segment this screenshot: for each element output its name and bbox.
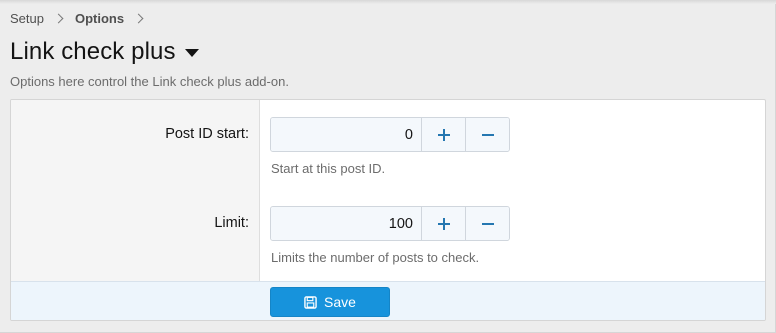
plus-icon bbox=[437, 128, 450, 141]
limit-increment-button[interactable] bbox=[421, 207, 465, 240]
floppy-disk-icon bbox=[304, 295, 317, 309]
limit-hint: Limits the number of posts to check. bbox=[271, 250, 480, 265]
breadcrumb: Setup Options bbox=[10, 11, 155, 26]
save-button-label: Save bbox=[324, 294, 356, 310]
title-row: Link check plus bbox=[10, 38, 199, 66]
limit-input[interactable] bbox=[271, 207, 421, 240]
options-form: Post ID start: Limit: Start at this post… bbox=[10, 99, 766, 321]
chevron-right-icon bbox=[53, 13, 64, 24]
save-button[interactable]: Save bbox=[270, 287, 390, 317]
form-footer: Save bbox=[11, 281, 765, 320]
limit-label: Limit: bbox=[214, 215, 249, 231]
minus-icon bbox=[481, 222, 494, 225]
limit-stepper bbox=[270, 206, 510, 241]
post-id-start-label: Post ID start: bbox=[165, 126, 249, 142]
post-id-start-increment-button[interactable] bbox=[421, 118, 465, 151]
labels-column: Post ID start: Limit: bbox=[11, 100, 260, 281]
page-description: Options here control the Link check plus… bbox=[10, 74, 289, 89]
post-id-start-input[interactable] bbox=[271, 118, 421, 151]
limit-decrement-button[interactable] bbox=[465, 207, 509, 240]
top-shadow bbox=[0, 0, 776, 4]
post-id-start-stepper bbox=[270, 117, 510, 152]
post-id-start-hint: Start at this post ID. bbox=[271, 161, 386, 176]
page-title: Link check plus bbox=[10, 38, 176, 65]
caret-down-icon[interactable] bbox=[184, 49, 199, 57]
plus-icon bbox=[437, 217, 450, 230]
chevron-right-icon bbox=[133, 13, 144, 24]
breadcrumb-options[interactable]: Options bbox=[75, 11, 124, 26]
breadcrumb-setup[interactable]: Setup bbox=[10, 11, 44, 26]
minus-icon bbox=[481, 133, 494, 136]
app-window: Setup Options Link check plus Options he… bbox=[0, 0, 776, 333]
post-id-start-decrement-button[interactable] bbox=[465, 118, 509, 151]
